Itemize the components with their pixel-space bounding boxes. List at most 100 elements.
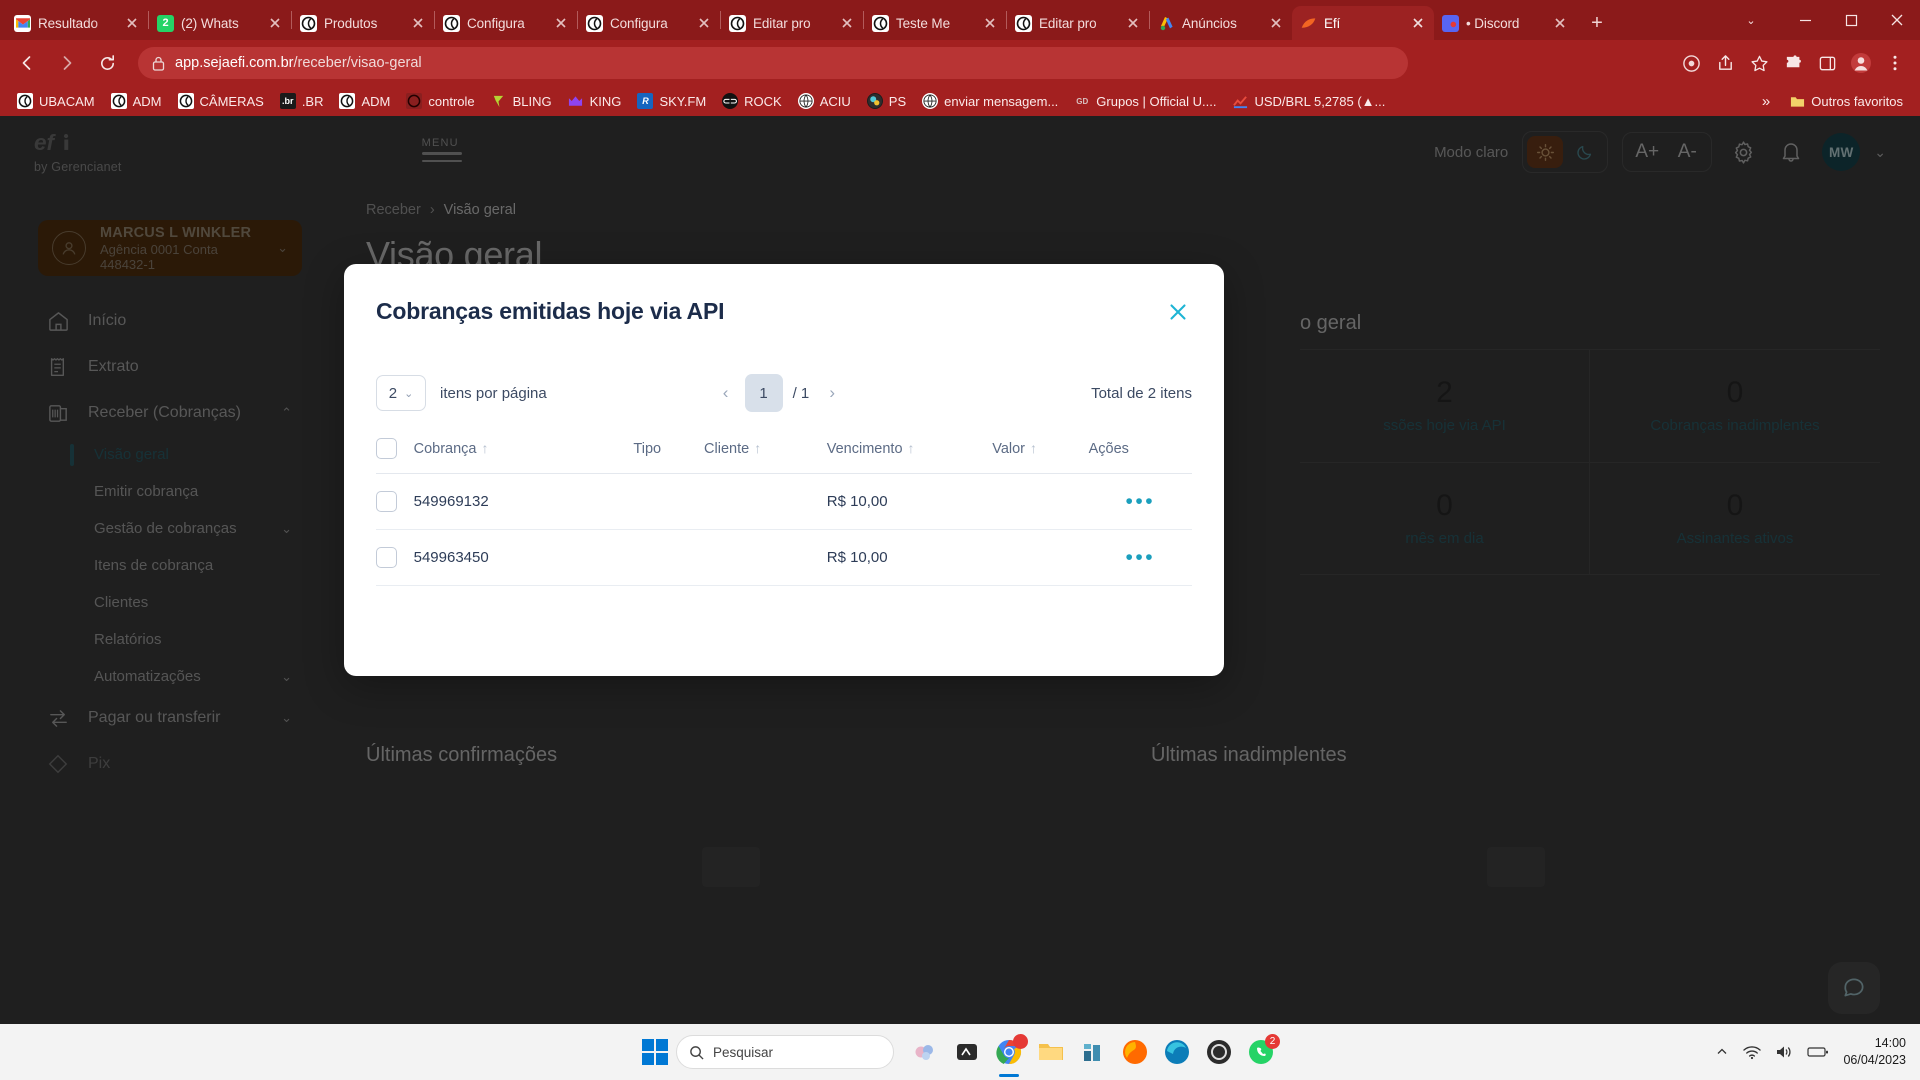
bookmark-item[interactable]: USD/BRL 5,2785 (▲... bbox=[1225, 90, 1392, 112]
window-close-button[interactable] bbox=[1874, 0, 1920, 40]
browser-tab[interactable]: Anúncios bbox=[1150, 6, 1292, 40]
row-select-cell bbox=[376, 473, 414, 530]
close-icon[interactable] bbox=[1268, 15, 1284, 31]
column-label: Valor bbox=[992, 441, 1025, 457]
close-icon[interactable] bbox=[1410, 15, 1426, 31]
row-actions-button[interactable]: ••• bbox=[1126, 490, 1156, 513]
whatsapp-icon[interactable]: 2 bbox=[1244, 1034, 1280, 1069]
bookmark-item[interactable]: enviar mensagem... bbox=[915, 90, 1065, 112]
profile-avatar-icon[interactable] bbox=[1846, 48, 1876, 78]
bookmark-item[interactable]: R SKY.FM bbox=[630, 90, 713, 112]
select-all-checkbox[interactable] bbox=[376, 438, 397, 459]
chrome-circle-icon bbox=[443, 14, 460, 32]
back-button[interactable] bbox=[10, 46, 44, 80]
column-header-valor[interactable]: Valor ↑ bbox=[992, 438, 1089, 474]
bookmark-label: controle bbox=[428, 93, 475, 109]
column-header-tipo[interactable]: Tipo bbox=[633, 438, 705, 474]
browser-tab[interactable]: 2 (2) Whats bbox=[149, 6, 291, 40]
battery-icon[interactable] bbox=[1807, 1045, 1829, 1059]
bookmark-item[interactable]: ADM bbox=[332, 90, 397, 112]
chrome-icon[interactable] bbox=[992, 1034, 1028, 1077]
edge-icon[interactable] bbox=[1160, 1035, 1194, 1069]
browser-tab[interactable]: Configura bbox=[578, 6, 720, 40]
other-bookmarks-button[interactable]: Outros favoritos bbox=[1782, 90, 1910, 112]
browser-tab[interactable]: Configura bbox=[435, 6, 577, 40]
items-per-page-select[interactable]: 2 ⌄ bbox=[376, 375, 426, 411]
chevron-left-icon[interactable]: ‹ bbox=[711, 378, 741, 408]
tab-title: Anúncios bbox=[1182, 15, 1237, 31]
sidepanel-icon[interactable] bbox=[1812, 48, 1842, 78]
browser-tab[interactable]: Editar pro bbox=[721, 6, 863, 40]
close-icon[interactable] bbox=[1552, 15, 1568, 31]
bookmarks-overflow-button[interactable]: » bbox=[1754, 93, 1778, 110]
forward-button[interactable] bbox=[50, 46, 84, 80]
bookmark-item[interactable]: PS bbox=[860, 90, 913, 112]
firefox-icon[interactable] bbox=[1118, 1035, 1152, 1069]
google-lens-icon[interactable] bbox=[1676, 48, 1706, 78]
cell-vencimento: R$ 10,00 bbox=[826, 529, 993, 586]
obs-icon[interactable] bbox=[1202, 1035, 1236, 1069]
browser-tab[interactable]: Produtos bbox=[292, 6, 434, 40]
chart-icon bbox=[1232, 93, 1248, 109]
sort-arrow-icon: ↑ bbox=[754, 440, 762, 456]
close-icon[interactable] bbox=[553, 15, 569, 31]
close-icon[interactable] bbox=[124, 15, 140, 31]
teams-icon[interactable] bbox=[950, 1035, 984, 1069]
row-checkbox[interactable] bbox=[376, 491, 397, 512]
crown-icon bbox=[568, 93, 584, 109]
api-charges-modal: Cobranças emitidas hoje via API 2 ⌄ iten… bbox=[344, 264, 1224, 676]
close-icon[interactable] bbox=[982, 15, 998, 31]
browser-tab-active[interactable]: Efí bbox=[1292, 6, 1434, 40]
row-checkbox[interactable] bbox=[376, 547, 397, 568]
maximize-button[interactable] bbox=[1828, 0, 1874, 40]
bookmark-item[interactable]: UBACAM bbox=[10, 90, 102, 112]
tray-expand-icon[interactable] bbox=[1715, 1045, 1729, 1059]
close-icon[interactable] bbox=[1164, 298, 1192, 326]
bookmark-item[interactable]: ACIU bbox=[791, 90, 858, 112]
share-icon[interactable] bbox=[1710, 48, 1740, 78]
new-tab-button[interactable]: + bbox=[1582, 8, 1612, 38]
browser-tab[interactable]: Teste Me bbox=[864, 6, 1006, 40]
store-icon[interactable] bbox=[1076, 1035, 1110, 1069]
start-button[interactable] bbox=[642, 1039, 668, 1065]
minimize-button[interactable] bbox=[1782, 0, 1828, 40]
close-icon[interactable] bbox=[410, 15, 426, 31]
close-icon[interactable] bbox=[696, 15, 712, 31]
bookmark-item[interactable]: GD Grupos | Official U.... bbox=[1067, 90, 1223, 112]
table-row[interactable]: 549969132 R$ 10,00 ••• bbox=[376, 473, 1192, 530]
close-icon[interactable] bbox=[1125, 15, 1141, 31]
cell-vencimento: R$ 10,00 bbox=[826, 473, 993, 530]
file-explorer-icon[interactable] bbox=[1034, 1035, 1068, 1069]
column-header-vencimento[interactable]: Vencimento ↑ bbox=[826, 438, 993, 474]
browser-tab[interactable]: • Discord bbox=[1434, 6, 1576, 40]
table-row[interactable]: 549963450 R$ 10,00 ••• bbox=[376, 529, 1192, 586]
bookmark-item[interactable]: .br .BR bbox=[273, 90, 331, 112]
browser-tab[interactable]: Resultado bbox=[6, 6, 148, 40]
chevron-right-icon[interactable]: › bbox=[817, 378, 847, 408]
bookmark-item[interactable]: ADM bbox=[104, 90, 169, 112]
extensions-icon[interactable] bbox=[1778, 48, 1808, 78]
bookmark-item[interactable]: ⊂⊃ ROCK bbox=[715, 90, 789, 112]
reload-button[interactable] bbox=[90, 46, 124, 80]
address-bar[interactable]: app.sejaefi.com.br/receber/visao-geral bbox=[138, 47, 1408, 79]
bookmark-item[interactable]: KING bbox=[561, 90, 629, 112]
wifi-icon[interactable] bbox=[1743, 1044, 1762, 1060]
browser-tab[interactable]: Editar pro bbox=[1007, 6, 1149, 40]
bookmark-item[interactable]: BLING bbox=[484, 90, 559, 112]
column-label: Ações bbox=[1088, 440, 1129, 457]
widgets-icon[interactable] bbox=[908, 1035, 942, 1069]
close-icon[interactable] bbox=[839, 15, 855, 31]
bookmark-item[interactable]: CÂMERAS bbox=[171, 90, 271, 112]
column-header-cliente[interactable]: Cliente ↑ bbox=[704, 438, 827, 474]
current-page-input[interactable]: 1 bbox=[744, 374, 783, 412]
column-header-cobranca[interactable]: Cobrança ↑ bbox=[413, 438, 634, 474]
volume-icon[interactable] bbox=[1775, 1044, 1793, 1060]
row-actions-button[interactable]: ••• bbox=[1126, 546, 1156, 569]
clock[interactable]: 14:00 06/04/2023 bbox=[1843, 1035, 1906, 1069]
close-icon[interactable] bbox=[267, 15, 283, 31]
chrome-menu-icon[interactable] bbox=[1880, 48, 1910, 78]
bookmark-item[interactable]: controle bbox=[399, 90, 481, 112]
search-input[interactable]: Pesquisar bbox=[676, 1035, 894, 1069]
tab-search-icon[interactable]: ⌄ bbox=[1728, 0, 1774, 40]
bookmark-star-icon[interactable] bbox=[1744, 48, 1774, 78]
